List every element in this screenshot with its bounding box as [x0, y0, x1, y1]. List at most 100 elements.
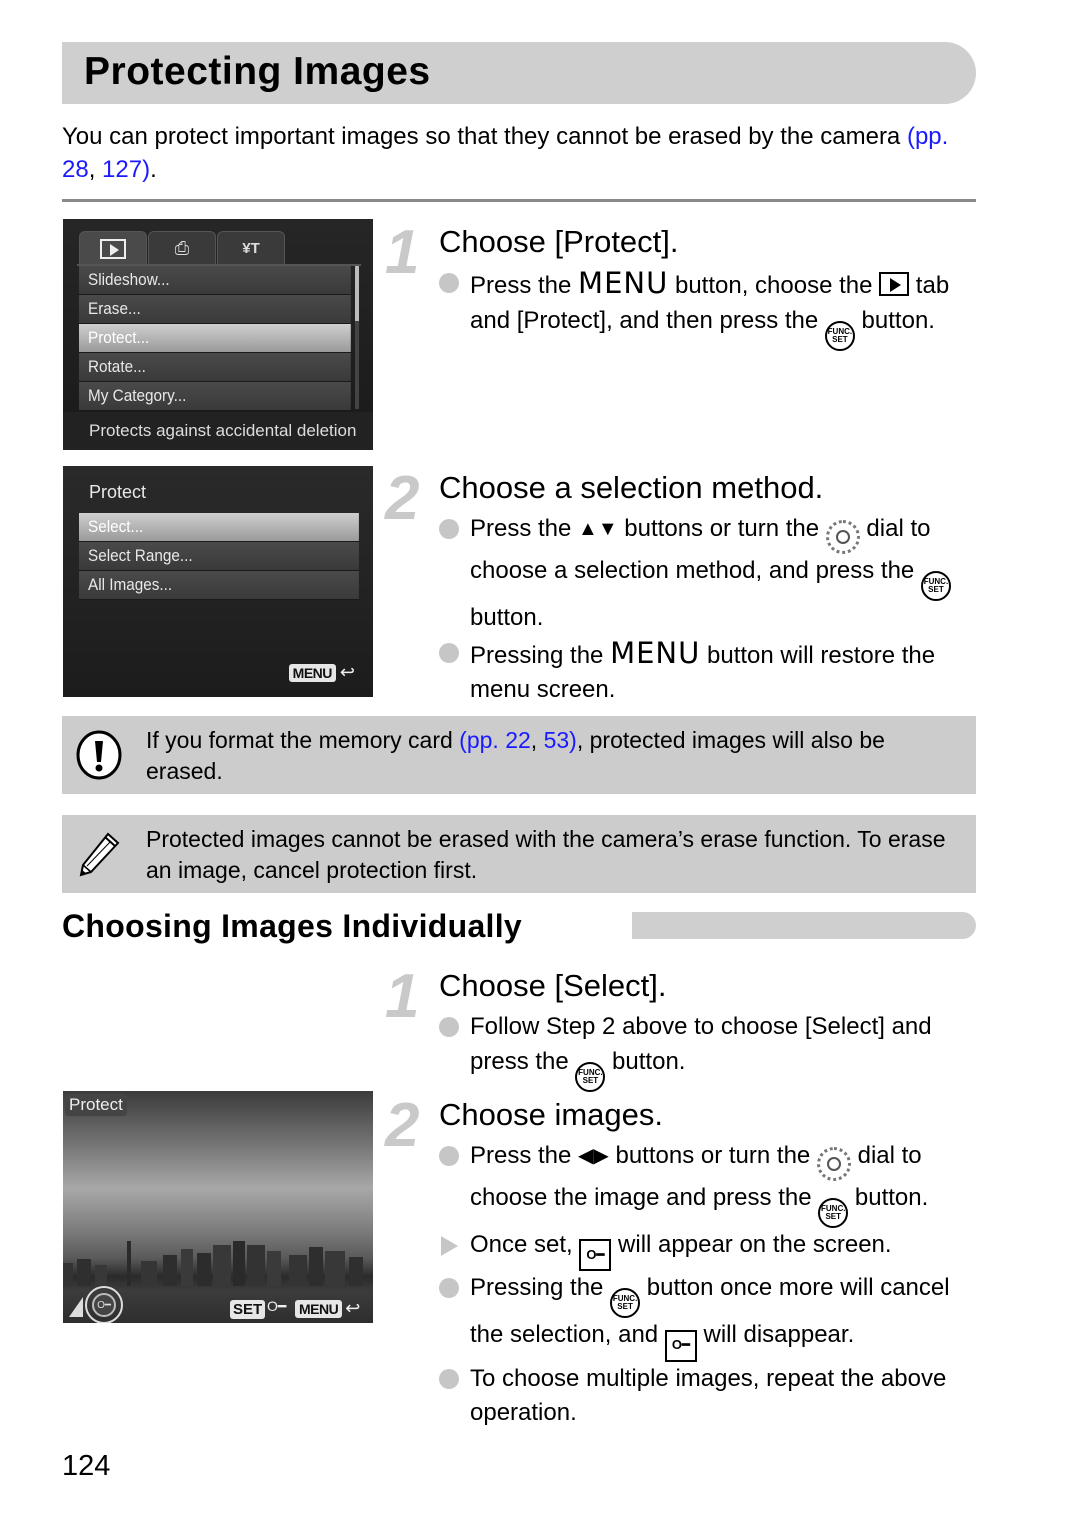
intro-text: You can protect important images so that…: [62, 123, 907, 150]
menu-return-hint: MENU ↩: [295, 1298, 360, 1319]
page-title: Protecting Images: [84, 50, 431, 93]
page-link-28[interactable]: 28: [62, 156, 89, 183]
menu-button-icon: MENU: [610, 635, 701, 670]
memo-text: Protected images cannot be erased with t…: [146, 826, 946, 883]
tab-settings: ¥T: [217, 231, 285, 265]
scrollbar-thumb: [355, 266, 359, 321]
menu-badge: MENU: [288, 663, 336, 682]
tools-icon: ¥T: [242, 240, 260, 257]
ref-close: ): [142, 156, 151, 183]
menu-hint: Protects against accidental deletion: [63, 412, 373, 450]
ref-sep: ,: [88, 156, 103, 183]
result-item: Once set, O━ will appear on the screen.: [439, 1228, 979, 1272]
step-number: 1: [385, 962, 420, 1031]
key-icon: O━: [267, 1298, 287, 1314]
camera-menu-screenshot: ⎙ ¥T Slideshow... Erase... Protect... Ro…: [63, 219, 373, 450]
option-select-range: Select Range...: [79, 542, 359, 571]
bullet-item: Follow Step 2 above to choose [Select] a…: [439, 1010, 979, 1092]
step-title: Choose [Select].: [439, 968, 667, 1003]
tab-print: ⎙: [148, 231, 216, 265]
caution-text: If you format the memory card (pp. 22, 5…: [146, 727, 885, 784]
protect-menu-screenshot: Protect Select... Select Range... All Im…: [63, 466, 373, 697]
volume-wedge-icon: [69, 1297, 83, 1317]
memo-note: Protected images cannot be erased with t…: [62, 815, 976, 893]
caution-page-ref[interactable]: (pp. 22, 53): [459, 727, 577, 753]
control-dial-icon: [825, 520, 860, 554]
city-skyline-image: [63, 1241, 363, 1286]
step-bullets: Press the MENU button, choose the tab an…: [439, 266, 979, 351]
protect-key-icon: O━: [92, 1293, 116, 1317]
up-down-arrows-icon: ▲▼: [578, 518, 618, 540]
menu-item-my-category: My Category...: [79, 382, 351, 411]
bullet-dot-icon: [439, 1278, 459, 1299]
bullet-item: Press the ▲▼ buttons or turn the dial to…: [439, 512, 979, 636]
bullet-dot-icon: [439, 642, 459, 663]
ref-open: (pp.: [906, 123, 949, 150]
bullet-dot-icon: [439, 273, 459, 293]
playback-menu-list: Slideshow... Erase... Protect... Rotate.…: [79, 266, 351, 411]
left-right-arrows-icon: ◀▶: [578, 1145, 609, 1167]
bullet-dot-icon: [439, 1368, 459, 1389]
section-divider: [62, 199, 976, 202]
protect-highlight-ring: O━: [85, 1286, 123, 1323]
bullet-item: Pressing the MENU button will restore th…: [439, 636, 979, 708]
menu-tabs: ⎙ ¥T: [79, 231, 286, 265]
bullet-item: Pressing the FUNC. SET button once more w…: [439, 1271, 979, 1362]
caution-note: If you format the memory card (pp. 22, 5…: [62, 716, 976, 794]
func-set-icon: FUNC. SET: [920, 571, 951, 601]
protect-options-list: Select... Select Range... All Images...: [79, 513, 359, 600]
caution-icon: [76, 730, 122, 780]
bullet-dot-icon: [439, 1017, 459, 1037]
result-arrow-icon: [441, 1236, 458, 1256]
option-all-images: All Images...: [79, 571, 359, 600]
page-number: 124: [62, 1450, 111, 1482]
page-link-22[interactable]: 22: [505, 727, 531, 753]
title-banner: Protecting Images: [62, 42, 976, 104]
print-icon: ⎙: [174, 238, 190, 258]
step-title: Choose a selection method.: [439, 470, 824, 505]
step-number: 1: [385, 218, 420, 287]
control-dial-icon: [816, 1147, 851, 1181]
bullet-dot-icon: [439, 519, 459, 539]
protect-image-screenshot: Protect O━ SET O━ MENU ↩: [63, 1091, 373, 1323]
step-number: 2: [385, 1091, 420, 1160]
photo-control-bar: O━ SET O━ MENU ↩: [63, 1286, 373, 1323]
bullet-item: Press the MENU button, choose the tab an…: [439, 266, 979, 351]
section-heading: Choosing Images Individually: [62, 908, 523, 944]
func-set-icon: FUNC. SET: [824, 320, 855, 351]
protect-key-icon: O━: [579, 1239, 612, 1272]
intro-end: .: [150, 156, 157, 183]
tab-playback: [79, 231, 147, 265]
return-icon: ↩: [339, 662, 355, 682]
step-bullets: Follow Step 2 above to choose [Select] a…: [439, 1010, 979, 1092]
intro-paragraph: You can protect important images so that…: [62, 120, 962, 186]
menu-return-hint: MENU ↩: [288, 662, 355, 683]
option-select: Select...: [79, 513, 359, 542]
set-badge: SET: [230, 1300, 266, 1319]
step-number: 2: [385, 464, 420, 533]
step-title: Choose [Protect].: [439, 224, 679, 259]
func-set-icon: FUNC. SET: [610, 1288, 641, 1319]
menu-item-erase: Erase...: [79, 295, 351, 324]
protect-key-icon: O━: [664, 1329, 697, 1362]
bullet-dot-icon: [439, 1146, 459, 1166]
page-link-53[interactable]: 53: [544, 727, 570, 753]
menu-item-slideshow: Slideshow...: [79, 266, 351, 295]
return-icon: ↩: [345, 1298, 361, 1318]
menu-item-protect: Protect...: [79, 324, 351, 353]
menu-scrollbar: [355, 266, 359, 409]
protect-screen-label: Protect: [65, 1094, 127, 1116]
page-link-127[interactable]: 127: [102, 156, 142, 183]
section-heading-bar: [632, 912, 976, 939]
func-set-icon: FUNC. SET: [575, 1061, 606, 1092]
protect-screen-title: Protect: [89, 482, 147, 502]
step-bullets: Press the ▲▼ buttons or turn the dial to…: [439, 512, 979, 708]
menu-badge: MENU: [295, 1299, 343, 1318]
func-set-icon: FUNC. SET: [818, 1198, 849, 1228]
step-title: Choose images.: [439, 1097, 664, 1132]
bullet-item: To choose multiple images, repeat the ab…: [439, 1362, 979, 1431]
menu-button-icon: MENU: [578, 266, 669, 300]
step-bullets: Press the ◀▶ buttons or turn the dial to…: [439, 1139, 979, 1431]
menu-item-rotate: Rotate...: [79, 353, 351, 382]
bullet-item: Press the ◀▶ buttons or turn the dial to…: [439, 1139, 979, 1228]
